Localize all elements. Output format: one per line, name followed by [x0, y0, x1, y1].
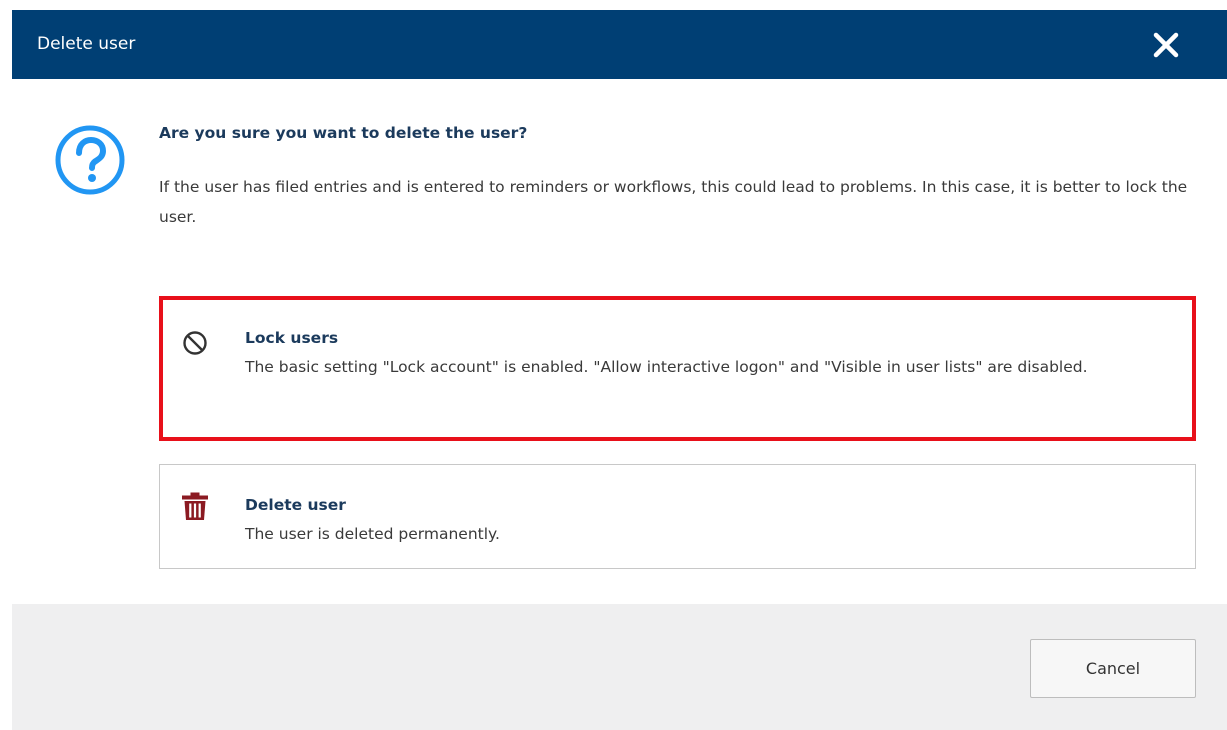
delete-user-description: The user is deleted permanently. — [245, 525, 500, 543]
lock-users-description: The basic setting "Lock account" is enab… — [245, 358, 1088, 376]
cancel-button[interactable]: Cancel — [1030, 639, 1196, 698]
delete-user-dialog: Delete user Are you sure you want to del… — [12, 10, 1227, 730]
lock-users-title: Lock users — [245, 329, 339, 347]
trash-icon — [182, 492, 208, 520]
question-circle-icon — [55, 125, 125, 195]
prohibited-icon — [183, 331, 207, 355]
prompt-heading: Are you sure you want to delete the user… — [159, 124, 528, 142]
dialog-footer: Cancel — [12, 604, 1227, 730]
dialog-titlebar: Delete user — [12, 10, 1227, 79]
lock-users-option[interactable]: Lock users The basic setting "Lock accou… — [159, 296, 1196, 441]
dialog-title: Delete user — [37, 34, 136, 54]
prompt-body: If the user has filed entries and is ent… — [159, 178, 1188, 226]
delete-user-option[interactable]: Delete user The user is deleted permanen… — [159, 464, 1196, 569]
close-button[interactable] — [1150, 29, 1182, 61]
close-icon — [1153, 32, 1179, 58]
delete-user-title: Delete user — [245, 496, 346, 514]
